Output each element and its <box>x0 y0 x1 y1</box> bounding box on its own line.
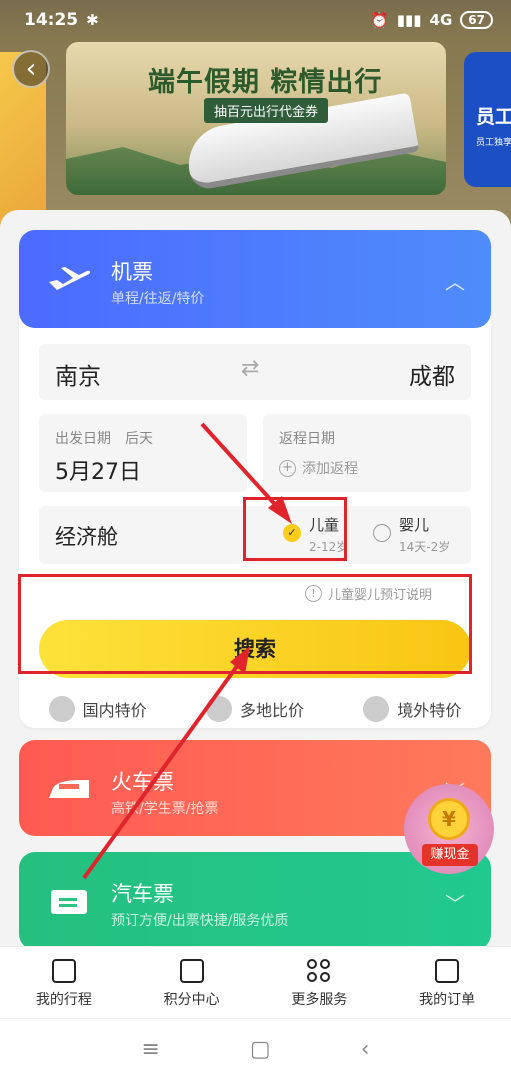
banner-title: 端午假期 粽情出行 <box>148 67 383 98</box>
depart-label: 出发日期 <box>55 431 111 447</box>
add-return-row[interactable]: + 添加返程 <box>279 458 358 478</box>
nav-my-trips-label: 我的行程 <box>35 992 92 1008</box>
nav-points-center[interactable]: 积分中心 <box>128 947 256 1018</box>
route-selector: 南京 ⇄ 成都 <box>39 344 471 400</box>
return-date-field[interactable]: 返程日期 + 添加返程 <box>263 414 471 492</box>
flight-header[interactable]: 机票 单程/往返/特价 ︿ <box>19 230 491 328</box>
alarm-icon: ⏰ <box>370 11 389 29</box>
bus-subtitle: 预订方便/出票快捷/服务优质 <box>111 913 289 929</box>
feature-overseas[interactable]: 境外特价 <box>363 696 461 722</box>
banner-next-slide[interactable]: 员工 员工独享 <box>464 52 511 187</box>
location-icon <box>205 696 232 722</box>
chevron-down-icon[interactable]: ﹀ <box>445 888 465 917</box>
tag-icon <box>48 696 75 722</box>
destination-city[interactable]: 成都 <box>409 357 455 391</box>
flame-icon <box>363 696 390 722</box>
cabin-class[interactable]: 经济舱 <box>55 521 118 551</box>
annotation-box-child <box>243 497 347 561</box>
earn-cash-label: 赚现金 <box>422 844 478 866</box>
feature-overseas-label: 境外特价 <box>397 701 462 720</box>
status-time: 14:25 <box>24 10 79 30</box>
feature-domestic-label: 国内特价 <box>82 701 147 720</box>
signal-icon: ▮▮▮ <box>396 11 422 29</box>
train-icon <box>49 780 89 798</box>
nav-my-orders[interactable]: 我的订单 <box>383 947 511 1018</box>
banner-next-title: 员工 <box>476 106 511 128</box>
flight-title: 机票 <box>111 260 153 284</box>
feature-links: 国内特价 多地比价 境外特价 <box>19 696 491 722</box>
bottom-nav: 我的行程 积分中心 更多服务 我的订单 <box>0 946 511 1018</box>
infant-label: 婴儿 <box>399 516 430 534</box>
return-label: 返程日期 <box>279 431 335 447</box>
airplane-icon <box>49 267 91 290</box>
depart-label-row: 出发日期 后天 <box>55 428 153 448</box>
feature-compare[interactable]: 多地比价 <box>205 696 304 722</box>
banner-coupon: 抽百元出行代金券 <box>204 98 329 123</box>
annotation-box-search <box>18 574 472 674</box>
add-return-label: 添加返程 <box>302 461 358 477</box>
nav-more-label: 更多服务 <box>291 992 348 1008</box>
depart-date: 5月27日 <box>55 460 141 485</box>
network-type: 4G <box>429 11 453 29</box>
radio-circle-icon[interactable] <box>373 524 391 542</box>
battery-indicator: 67 <box>460 11 493 29</box>
train-subtitle: 高铁/学生票/抢票 <box>111 801 219 817</box>
depart-date-field[interactable]: 出发日期 后天 5月27日 <box>39 414 247 492</box>
gift-icon <box>179 959 204 983</box>
flight-subtitle: 单程/往返/特价 <box>111 291 205 307</box>
suitcase-icon <box>51 959 76 983</box>
train-title: 火车票 <box>111 770 174 794</box>
banner-carousel[interactable]: ‹ 端午假期 粽情出行 抽百元出行代金券 员工 员工独享 <box>0 40 511 230</box>
infant-age: 14天-2岁 <box>399 540 451 554</box>
origin-city[interactable]: 南京 <box>55 357 101 391</box>
feature-domestic[interactable]: 国内特价 <box>48 696 147 722</box>
nav-points-label: 积分中心 <box>163 992 220 1008</box>
coin-icon: ¥ <box>428 798 470 840</box>
status-bar: 14:25 ✱ ⏰ ▮▮▮ 4G 67 <box>0 0 511 40</box>
earn-cash-button[interactable]: ¥ 赚现金 <box>404 784 494 874</box>
bus-card[interactable]: 汽车票 预订方便/出票快捷/服务优质 ﹀ <box>19 852 491 950</box>
depart-tag: 后天 <box>125 431 153 447</box>
nav-more-services[interactable]: 更多服务 <box>256 947 384 1018</box>
banner-next-sub: 员工独享 <box>476 138 511 148</box>
feature-compare-label: 多地比价 <box>239 701 304 720</box>
chevron-left-icon: ‹ <box>25 54 37 84</box>
plus-circle-icon: + <box>279 459 296 477</box>
back-icon[interactable]: ‹ <box>361 1037 370 1062</box>
back-button[interactable]: ‹ <box>12 50 50 88</box>
clipboard-icon <box>435 959 460 983</box>
nav-my-trips[interactable]: 我的行程 <box>0 947 128 1018</box>
system-nav: ≡ ▢ ‹ <box>0 1018 511 1080</box>
nav-orders-label: 我的订单 <box>419 992 476 1008</box>
ticket-icon <box>51 890 87 914</box>
chevron-up-icon[interactable]: ︿ <box>445 266 465 295</box>
swap-icon[interactable]: ⇄ <box>241 356 259 381</box>
home-icon[interactable]: ▢ <box>250 1037 271 1062</box>
infant-option[interactable]: 婴儿 14天-2岁 <box>373 514 450 555</box>
grid-icon <box>307 959 331 983</box>
banner-main-slide[interactable]: 端午假期 粽情出行 抽百元出行代金券 <box>66 42 446 195</box>
menu-icon[interactable]: ≡ <box>141 1037 159 1062</box>
bus-title: 汽车票 <box>111 882 174 906</box>
bluetooth-icon: ✱ <box>86 11 99 29</box>
